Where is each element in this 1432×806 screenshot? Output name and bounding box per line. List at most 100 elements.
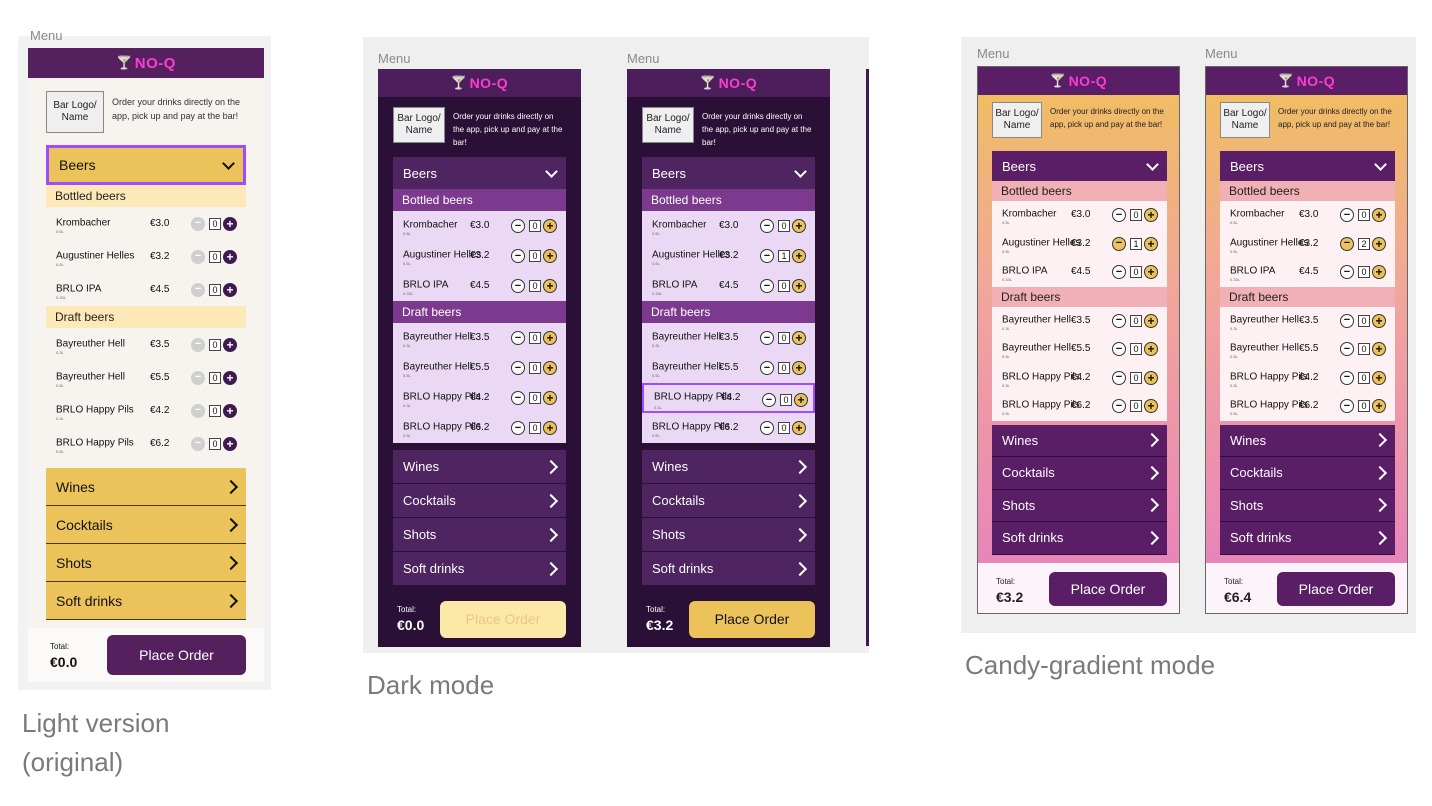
plus-button[interactable]: + bbox=[1372, 265, 1386, 280]
plus-button[interactable]: + bbox=[792, 421, 806, 435]
minus-button[interactable]: − bbox=[1340, 342, 1354, 357]
minus-button[interactable]: − bbox=[511, 421, 525, 435]
category-soft-drinks[interactable]: Soft drinks bbox=[393, 552, 566, 586]
quantity-field[interactable]: 0 bbox=[1130, 343, 1142, 356]
category-cocktails[interactable]: Cocktails bbox=[1220, 457, 1395, 490]
quantity-field[interactable]: 0 bbox=[1358, 371, 1370, 384]
plus-button[interactable]: + bbox=[543, 391, 557, 405]
minus-button[interactable]: − bbox=[1340, 208, 1354, 223]
plus-button[interactable]: + bbox=[1144, 208, 1158, 223]
minus-button[interactable]: − bbox=[1112, 208, 1126, 223]
category-shots[interactable]: Shots bbox=[992, 489, 1167, 522]
minus-button[interactable]: − bbox=[1112, 236, 1126, 251]
category-wines[interactable]: Wines bbox=[642, 450, 815, 484]
minus-button[interactable]: − bbox=[511, 391, 525, 405]
quantity-field[interactable]: 0 bbox=[209, 250, 221, 263]
quantity-field[interactable]: 0 bbox=[778, 332, 790, 344]
plus-button[interactable]: + bbox=[1144, 265, 1158, 280]
minus-button[interactable]: − bbox=[1112, 370, 1126, 385]
place-order-button[interactable]: Place Order bbox=[1049, 572, 1167, 606]
plus-button[interactable]: + bbox=[792, 331, 806, 345]
quantity-field[interactable]: 2 bbox=[1358, 237, 1370, 250]
category-beers[interactable]: Beers bbox=[46, 145, 246, 185]
plus-button[interactable]: + bbox=[223, 282, 237, 297]
category-wines[interactable]: Wines bbox=[393, 450, 566, 484]
minus-button[interactable]: − bbox=[1340, 265, 1354, 280]
minus-button[interactable]: − bbox=[1340, 370, 1354, 385]
plus-button[interactable]: + bbox=[792, 279, 806, 293]
category-wines[interactable]: Wines bbox=[46, 468, 246, 506]
quantity-field[interactable]: 1 bbox=[778, 250, 790, 262]
minus-button[interactable]: − bbox=[760, 421, 774, 435]
quantity-field[interactable]: 0 bbox=[780, 394, 792, 406]
quantity-field[interactable]: 0 bbox=[209, 371, 221, 384]
minus-button[interactable]: − bbox=[511, 331, 525, 345]
plus-button[interactable]: + bbox=[1372, 313, 1386, 328]
minus-button[interactable]: − bbox=[1340, 313, 1354, 328]
place-order-button[interactable]: Place Order bbox=[1277, 572, 1395, 606]
category-wines[interactable]: Wines bbox=[1220, 424, 1395, 457]
quantity-field[interactable]: 0 bbox=[1358, 209, 1370, 222]
quantity-field[interactable]: 0 bbox=[209, 283, 221, 296]
minus-button[interactable]: − bbox=[760, 331, 774, 345]
plus-button[interactable]: + bbox=[223, 436, 237, 451]
plus-button[interactable]: + bbox=[543, 249, 557, 263]
minus-button[interactable]: − bbox=[511, 361, 525, 375]
quantity-field[interactable]: 0 bbox=[209, 338, 221, 351]
plus-button[interactable]: + bbox=[543, 279, 557, 293]
quantity-field[interactable]: 0 bbox=[529, 392, 541, 404]
minus-button[interactable]: − bbox=[1112, 313, 1126, 328]
minus-button[interactable]: − bbox=[1340, 399, 1354, 414]
quantity-field[interactable]: 0 bbox=[529, 280, 541, 292]
plus-button[interactable]: + bbox=[1372, 399, 1386, 414]
plus-button[interactable]: + bbox=[794, 393, 808, 407]
plus-button[interactable]: + bbox=[1372, 236, 1386, 251]
quantity-field[interactable]: 0 bbox=[778, 280, 790, 292]
category-cocktails[interactable]: Cocktails bbox=[393, 484, 566, 518]
category-cocktails[interactable]: Cocktails bbox=[46, 506, 246, 544]
category-shots[interactable]: Shots bbox=[46, 544, 246, 582]
quantity-field[interactable]: 0 bbox=[778, 220, 790, 232]
category-shots[interactable]: Shots bbox=[1220, 489, 1395, 522]
minus-button[interactable]: − bbox=[1340, 236, 1354, 251]
minus-button[interactable]: − bbox=[511, 249, 525, 263]
plus-button[interactable]: + bbox=[223, 403, 237, 418]
category-cocktails[interactable]: Cocktails bbox=[642, 484, 815, 518]
quantity-field[interactable]: 0 bbox=[1358, 343, 1370, 356]
minus-button[interactable]: − bbox=[191, 249, 205, 264]
category-beers[interactable]: Beers bbox=[1220, 151, 1395, 181]
place-order-button[interactable]: Place Order bbox=[107, 635, 246, 675]
quantity-field[interactable]: 0 bbox=[1130, 400, 1142, 413]
quantity-field[interactable]: 0 bbox=[778, 422, 790, 434]
category-cocktails[interactable]: Cocktails bbox=[992, 457, 1167, 490]
quantity-field[interactable]: 0 bbox=[209, 437, 221, 450]
minus-button[interactable]: − bbox=[1112, 399, 1126, 414]
minus-button[interactable]: − bbox=[762, 393, 776, 407]
category-beers[interactable]: Beers bbox=[393, 157, 566, 189]
plus-button[interactable]: + bbox=[223, 216, 237, 231]
category-soft-drinks[interactable]: Soft drinks bbox=[1220, 522, 1395, 555]
plus-button[interactable]: + bbox=[1372, 370, 1386, 385]
minus-button[interactable]: − bbox=[760, 249, 774, 263]
plus-button[interactable]: + bbox=[1144, 313, 1158, 328]
quantity-field[interactable]: 0 bbox=[209, 217, 221, 230]
quantity-field[interactable]: 0 bbox=[1130, 266, 1142, 279]
quantity-field[interactable]: 0 bbox=[1130, 371, 1142, 384]
quantity-field[interactable]: 0 bbox=[778, 362, 790, 374]
plus-button[interactable]: + bbox=[1372, 208, 1386, 223]
plus-button[interactable]: + bbox=[223, 249, 237, 264]
plus-button[interactable]: + bbox=[1144, 399, 1158, 414]
minus-button[interactable]: − bbox=[760, 219, 774, 233]
quantity-field[interactable]: 0 bbox=[1358, 266, 1370, 279]
minus-button[interactable]: − bbox=[191, 337, 205, 352]
minus-button[interactable]: − bbox=[511, 279, 525, 293]
quantity-field[interactable]: 1 bbox=[1130, 237, 1142, 250]
category-beers[interactable]: Beers bbox=[642, 157, 815, 189]
minus-button[interactable]: − bbox=[191, 370, 205, 385]
plus-button[interactable]: + bbox=[1144, 236, 1158, 251]
minus-button[interactable]: − bbox=[191, 282, 205, 297]
plus-button[interactable]: + bbox=[1144, 370, 1158, 385]
plus-button[interactable]: + bbox=[792, 361, 806, 375]
plus-button[interactable]: + bbox=[543, 219, 557, 233]
minus-button[interactable]: − bbox=[511, 219, 525, 233]
